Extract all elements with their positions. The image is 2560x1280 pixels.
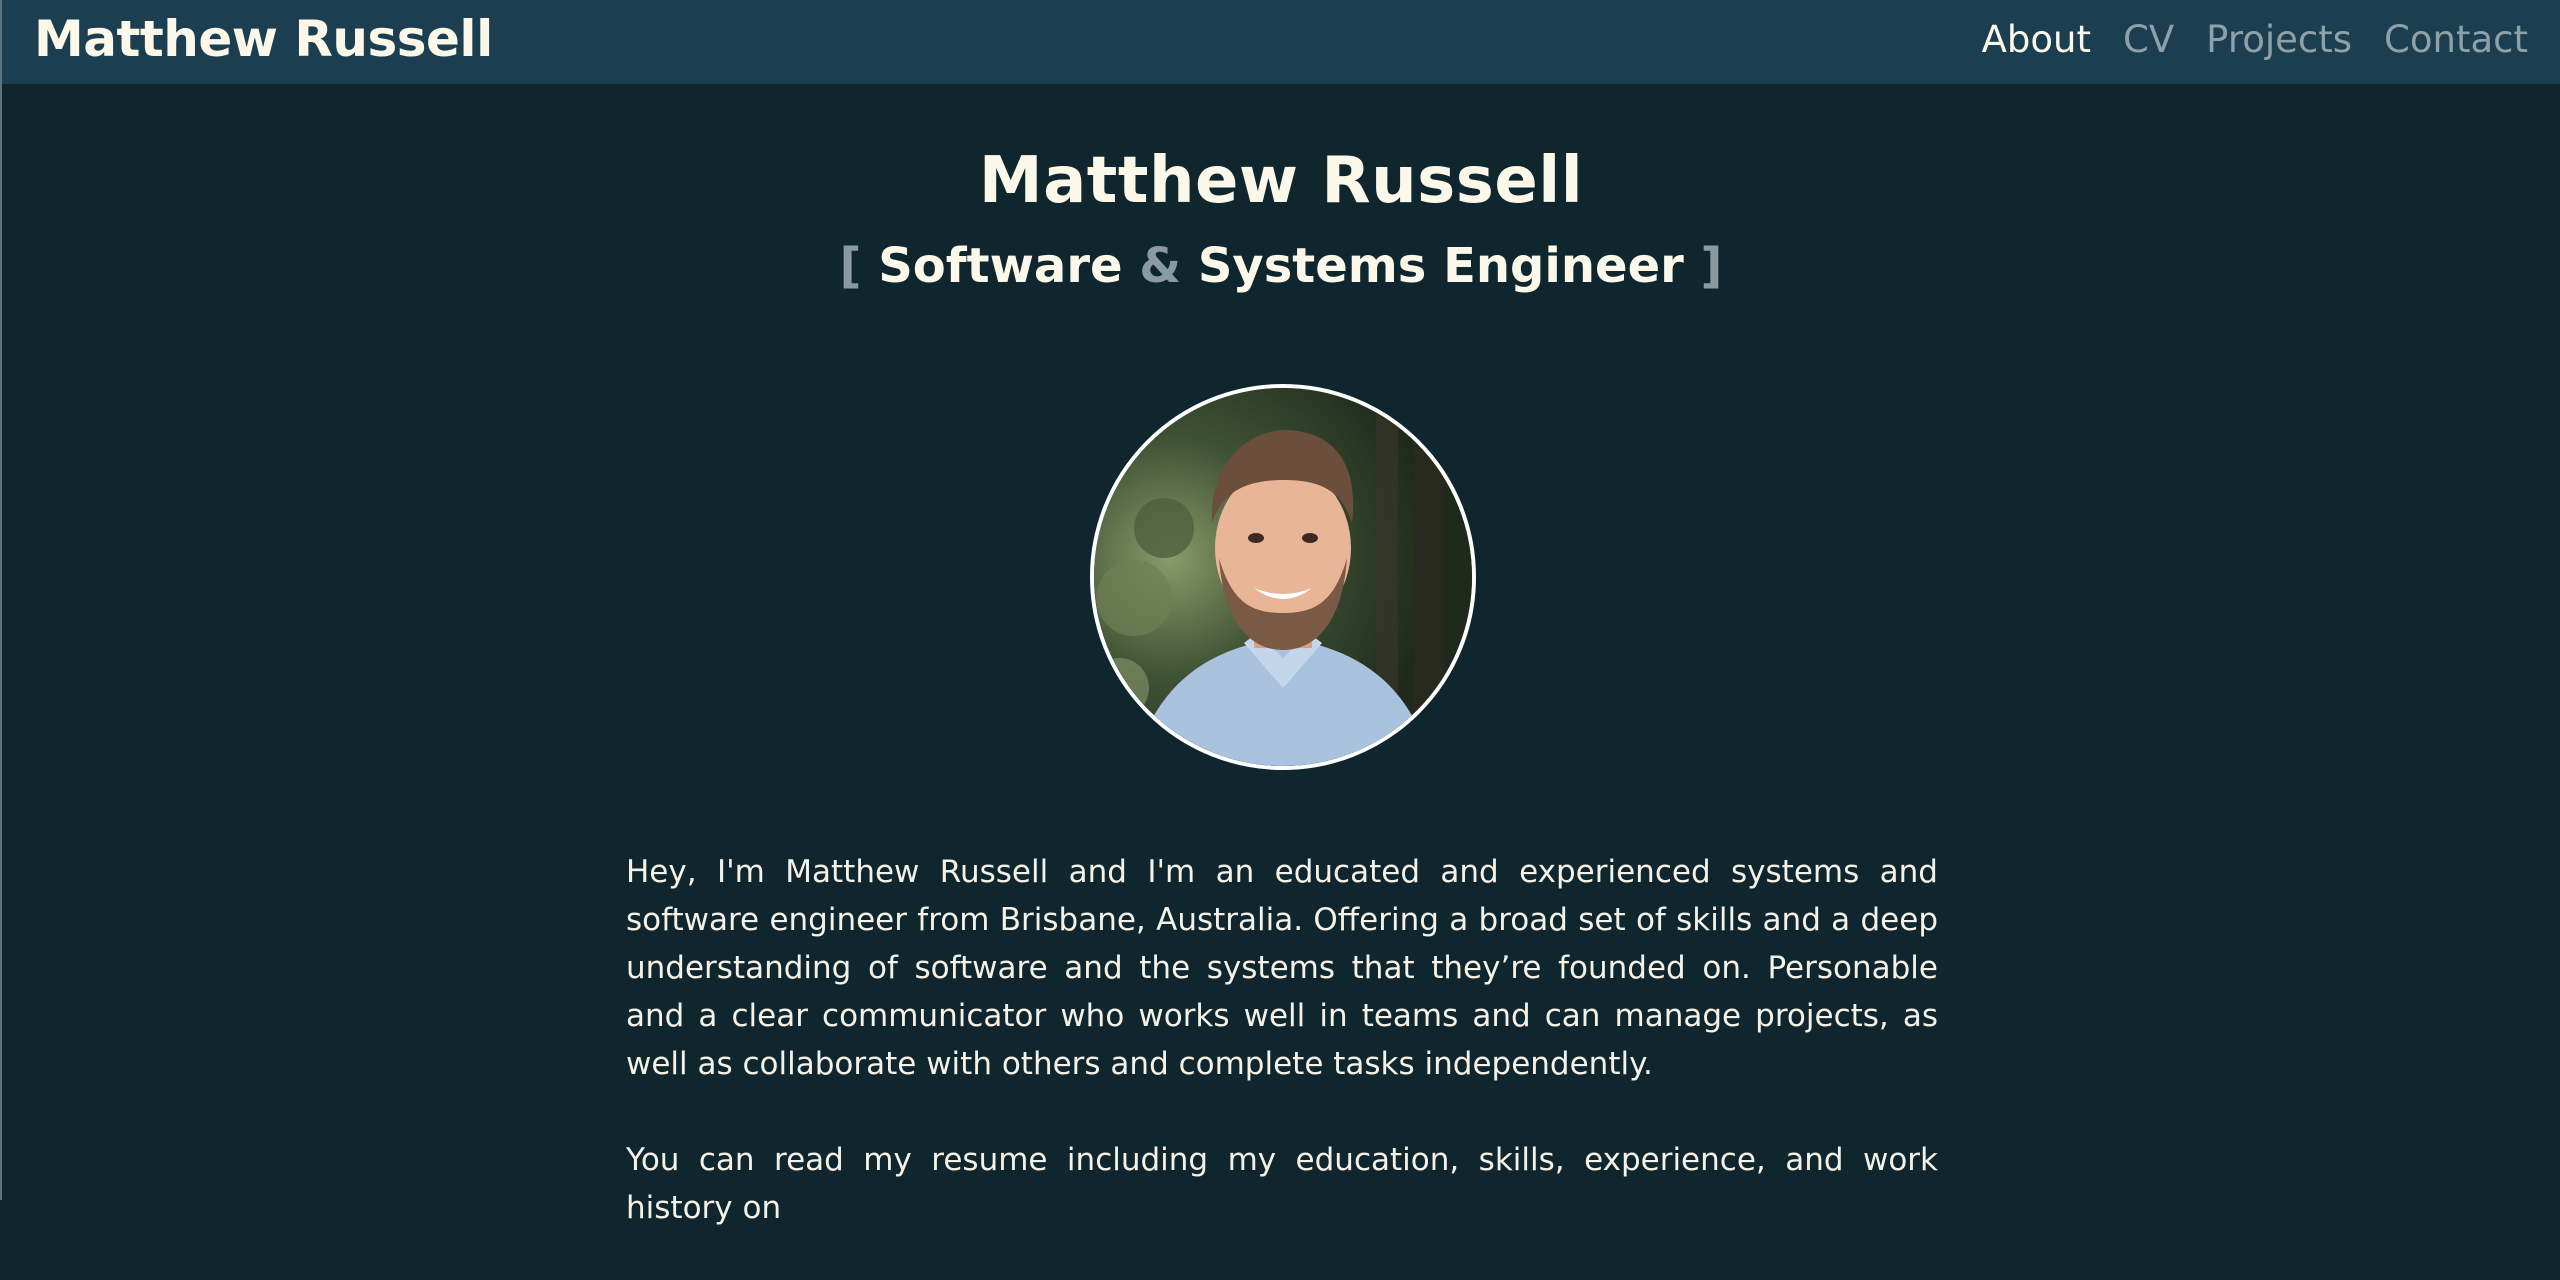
nav-link-projects[interactable]: Projects bbox=[2206, 1, 2352, 79]
main-content: Matthew Russell [ Software & Systems Eng… bbox=[0, 84, 2560, 1226]
page-title: Matthew Russell bbox=[978, 144, 1584, 218]
subtitle-software: Software bbox=[878, 238, 1123, 294]
nav-link-cv[interactable]: CV bbox=[2123, 1, 2174, 79]
page-subtitle: [ Software & Systems Engineer ] bbox=[2, 238, 2560, 294]
bio-text: Hey, I'm Matthew Russell and I'm an educ… bbox=[626, 848, 1938, 1280]
bio-paragraph-resume: You can read my resume including my educ… bbox=[626, 1142, 1938, 1226]
nav-link-about[interactable]: About bbox=[1982, 1, 2091, 79]
nav-links: About CV Projects Contact bbox=[1982, 0, 2528, 80]
bio-paragraph-intro: Hey, I'm Matthew Russell and I'm an educ… bbox=[626, 854, 1938, 1082]
nav-link-contact[interactable]: Contact bbox=[2384, 1, 2528, 79]
brand-link[interactable]: Matthew Russell bbox=[34, 0, 493, 80]
profile-photo-icon bbox=[1094, 388, 1472, 766]
subtitle-ampersand: & bbox=[1139, 238, 1182, 294]
profile-photo bbox=[1090, 384, 1476, 770]
subtitle-systems-engineer: Systems Engineer bbox=[1197, 238, 1684, 294]
top-navbar: Matthew Russell About CV Projects Contac… bbox=[0, 0, 2560, 84]
subtitle-close-bracket: ] bbox=[1700, 238, 1723, 294]
subtitle-open-bracket: [ bbox=[839, 238, 862, 294]
